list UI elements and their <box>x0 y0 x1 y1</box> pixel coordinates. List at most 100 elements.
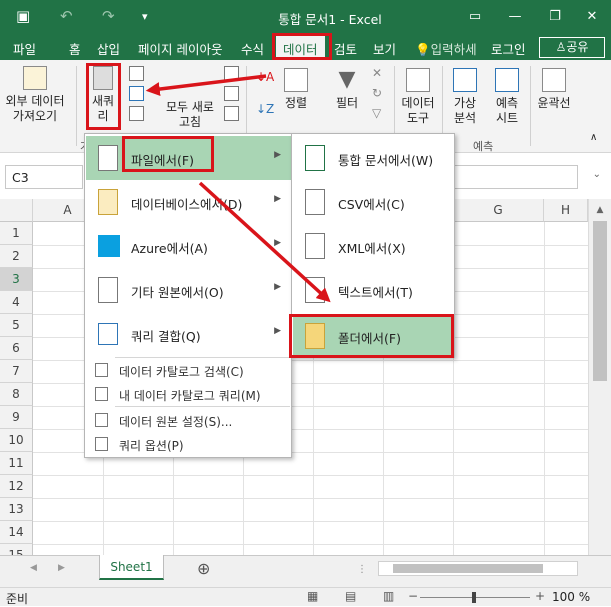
row-header[interactable]: 2 <box>0 245 33 268</box>
connections-icon[interactable] <box>224 66 239 81</box>
normal-view-icon[interactable]: ▦ <box>307 589 318 603</box>
menu-item-query-options[interactable]: 쿼리 옵션(P) <box>86 432 291 456</box>
submenu-arrow-icon: ▶ <box>274 326 281 336</box>
submenu-arrow-icon: ▶ <box>274 238 281 248</box>
tab-home[interactable]: 홈 <box>69 39 81 58</box>
select-all-corner[interactable] <box>0 199 33 222</box>
row-header[interactable]: 6 <box>0 337 33 360</box>
sort-asc-icon[interactable]: ↓A <box>256 70 274 85</box>
add-sheet-icon[interactable]: ⊕ <box>197 559 210 578</box>
properties-icon[interactable] <box>224 86 239 101</box>
page-layout-view-icon[interactable]: ▤ <box>345 589 356 603</box>
get-external-data-button[interactable]: 외부 데이터 가져오기 <box>2 66 68 124</box>
next-sheet-icon[interactable]: ▶ <box>58 563 65 573</box>
row-header[interactable]: 5 <box>0 314 33 337</box>
what-if-analysis-button[interactable]: 가상 분석 <box>446 68 484 126</box>
menu-item-from-file[interactable]: 파일에서(F) ▶ <box>86 136 291 180</box>
menu-item-search-catalog[interactable]: 데이터 카탈로그 검색(C) <box>86 358 291 382</box>
refresh-all-button[interactable]: 모두 새로 고침 <box>160 100 220 130</box>
submenu-item-from-folder[interactable]: 폴더에서(F) <box>293 314 454 358</box>
row-header[interactable]: 14 <box>0 521 33 544</box>
submenu-item-from-workbook[interactable]: 통합 문서에서(W) <box>293 136 454 180</box>
expand-formula-icon[interactable]: ⌄ <box>593 169 601 180</box>
zoom-level[interactable]: 100 % <box>552 590 590 604</box>
save-icon[interactable]: ▣ <box>16 7 30 25</box>
vertical-scrollbar[interactable]: ▲ <box>588 199 611 555</box>
menu-item-data-source-settings[interactable]: 데이터 원본 설정(S)... <box>86 408 291 432</box>
grid-line <box>33 544 588 545</box>
row-header[interactable]: 8 <box>0 383 33 406</box>
from-table-icon[interactable] <box>129 86 144 101</box>
row-header[interactable]: 13 <box>0 498 33 521</box>
customize-qat-icon[interactable]: ▾ <box>142 10 148 23</box>
tell-me-box[interactable]: 💡입력하세 <box>415 39 477 58</box>
advanced-filter-icon[interactable]: ▽ <box>372 106 387 121</box>
show-queries-icon[interactable] <box>129 66 144 81</box>
data-source-settings-icon <box>95 413 108 427</box>
menu-item-combine-queries[interactable]: 쿼리 결합(Q) ▶ <box>86 312 291 356</box>
row-header[interactable]: 9 <box>0 406 33 429</box>
tab-formulas[interactable]: 수식 <box>241 39 264 58</box>
prev-sheet-icon[interactable]: ◀ <box>30 563 37 573</box>
name-box[interactable]: C3 <box>5 165 83 189</box>
menu-item-from-other-sources[interactable]: 기타 원본에서(O) ▶ <box>86 268 291 312</box>
azure-icon <box>98 235 120 257</box>
row-header[interactable]: 15 <box>0 544 33 555</box>
row-header[interactable]: 7 <box>0 360 33 383</box>
sheet-options-icon[interactable]: ⋮ <box>357 564 367 575</box>
row-header-selected[interactable]: 3 <box>0 268 33 291</box>
minimize-icon[interactable]: — <box>501 5 529 29</box>
page-break-view-icon[interactable]: ▥ <box>383 589 394 603</box>
zoom-slider[interactable] <box>420 592 530 603</box>
filter-button[interactable]: ▼ 필터 <box>330 68 364 111</box>
collapse-ribbon-icon[interactable]: ∧ <box>590 132 605 147</box>
reapply-icon[interactable]: ↻ <box>372 86 387 101</box>
submenu-item-from-text[interactable]: 텍스트에서(T) <box>293 268 454 312</box>
title-bar: ▣ ↶ ↷ ▾ 통합 문서1 - Excel ▭ — ❐ ✕ <box>0 0 611 34</box>
new-query-button[interactable]: 새쿼 리 <box>86 66 120 124</box>
status-ready: 준비 <box>6 592 29 606</box>
share-button[interactable]: ♙공유 <box>539 37 605 58</box>
submenu-item-from-csv[interactable]: CSV에서(C) <box>293 180 454 224</box>
close-icon[interactable]: ✕ <box>578 5 606 29</box>
menu-item-my-catalog-queries[interactable]: 내 데이터 카탈로그 쿼리(M) <box>86 382 291 406</box>
sort-button[interactable]: 정렬 <box>280 68 312 111</box>
zoom-slider-thumb[interactable] <box>472 592 476 603</box>
tab-review[interactable]: 검토 <box>334 39 357 58</box>
data-tools-button[interactable]: 데이터 도구 <box>398 68 438 126</box>
restore-icon[interactable]: ❐ <box>541 5 569 29</box>
ribbon-display-icon[interactable]: ▭ <box>461 5 489 29</box>
edit-links-icon[interactable] <box>224 106 239 121</box>
folder-icon <box>305 323 325 349</box>
scroll-thumb[interactable] <box>593 221 607 381</box>
scroll-up-icon[interactable]: ▲ <box>589 205 611 215</box>
scroll-thumb[interactable] <box>393 564 543 573</box>
menu-item-from-azure[interactable]: Azure에서(A) ▶ <box>86 224 291 268</box>
submenu-item-from-xml[interactable]: XML에서(X) <box>293 224 454 268</box>
row-header[interactable]: 11 <box>0 452 33 475</box>
column-header[interactable]: G <box>453 199 544 222</box>
forecast-sheet-button[interactable]: 예측 시트 <box>488 68 526 126</box>
zoom-in-icon[interactable]: + <box>535 589 545 603</box>
tab-page-layout[interactable]: 페이지 레이아웃 <box>138 39 222 58</box>
row-header[interactable]: 12 <box>0 475 33 498</box>
horizontal-scrollbar[interactable] <box>378 561 578 576</box>
sheet-tab-sheet1[interactable]: Sheet1 <box>99 555 164 580</box>
row-header[interactable]: 4 <box>0 291 33 314</box>
recent-sources-icon[interactable] <box>129 106 144 121</box>
tab-file[interactable]: 파일 <box>13 39 36 58</box>
outline-button[interactable]: 윤곽선 <box>534 68 574 111</box>
login-link[interactable]: 로그인 <box>491 39 526 58</box>
row-header[interactable]: 1 <box>0 222 33 245</box>
column-header[interactable]: H <box>544 199 588 222</box>
sort-desc-icon[interactable]: ↓Z <box>256 102 274 117</box>
undo-icon[interactable]: ↶ <box>60 7 73 25</box>
tab-insert[interactable]: 삽입 <box>97 39 120 58</box>
redo-icon[interactable]: ↷ <box>102 7 115 25</box>
tab-data[interactable]: 데이터 <box>276 36 325 60</box>
clear-filter-icon[interactable]: ✕ <box>372 66 387 81</box>
menu-item-from-database[interactable]: 데이터베이스에서(D) ▶ <box>86 180 291 224</box>
tab-view[interactable]: 보기 <box>373 39 396 58</box>
zoom-out-icon[interactable]: − <box>408 589 418 603</box>
row-header[interactable]: 10 <box>0 429 33 452</box>
